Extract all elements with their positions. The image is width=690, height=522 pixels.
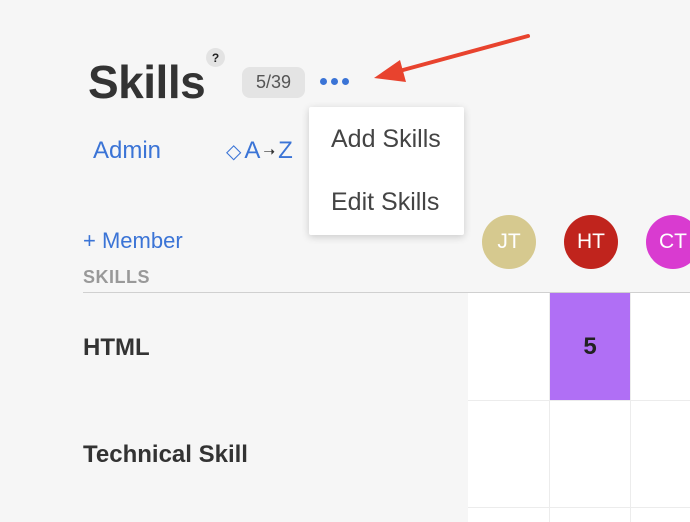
sort-from: A (244, 137, 261, 164)
member-avatar-jt[interactable]: JT (482, 215, 536, 269)
add-skills-menu-item[interactable]: Add Skills (331, 125, 441, 154)
edit-skills-menu-item[interactable]: Edit Skills (331, 188, 439, 217)
page-title: Skills (88, 56, 206, 108)
skills-count-badge: 5/39 (242, 67, 305, 98)
admin-link[interactable]: Admin (93, 137, 161, 165)
member-avatar-ct[interactable]: CT (646, 215, 690, 269)
sort-arrow-icon: ➝ (263, 142, 276, 159)
sort-control[interactable]: ◇ A ➝ Z (226, 137, 293, 165)
add-member-button[interactable]: + Member (83, 228, 183, 254)
more-options-dropdown: Add Skills Edit Skills (309, 107, 464, 235)
member-avatar-ht[interactable]: HT (564, 215, 618, 269)
skill-row-label: HTML (83, 334, 150, 361)
more-dot (341, 77, 349, 85)
sort-to: Z (278, 137, 293, 164)
skill-level-cell[interactable]: 5 (550, 293, 630, 400)
grid-row-line (468, 400, 690, 401)
more-dot (330, 77, 338, 85)
annotation-arrow-icon (374, 34, 530, 82)
skills-column-header: SKILLS (83, 267, 151, 287)
sort-diamond-icon: ◇ (226, 140, 242, 163)
skill-row-label: Technical Skill (83, 441, 248, 468)
more-options-icon[interactable] (314, 70, 354, 92)
skills-grid: 5 (468, 293, 690, 522)
more-dot (319, 77, 327, 85)
grid-column-line (630, 293, 631, 522)
help-icon[interactable]: ? (206, 48, 225, 67)
grid-row-line (468, 507, 690, 508)
